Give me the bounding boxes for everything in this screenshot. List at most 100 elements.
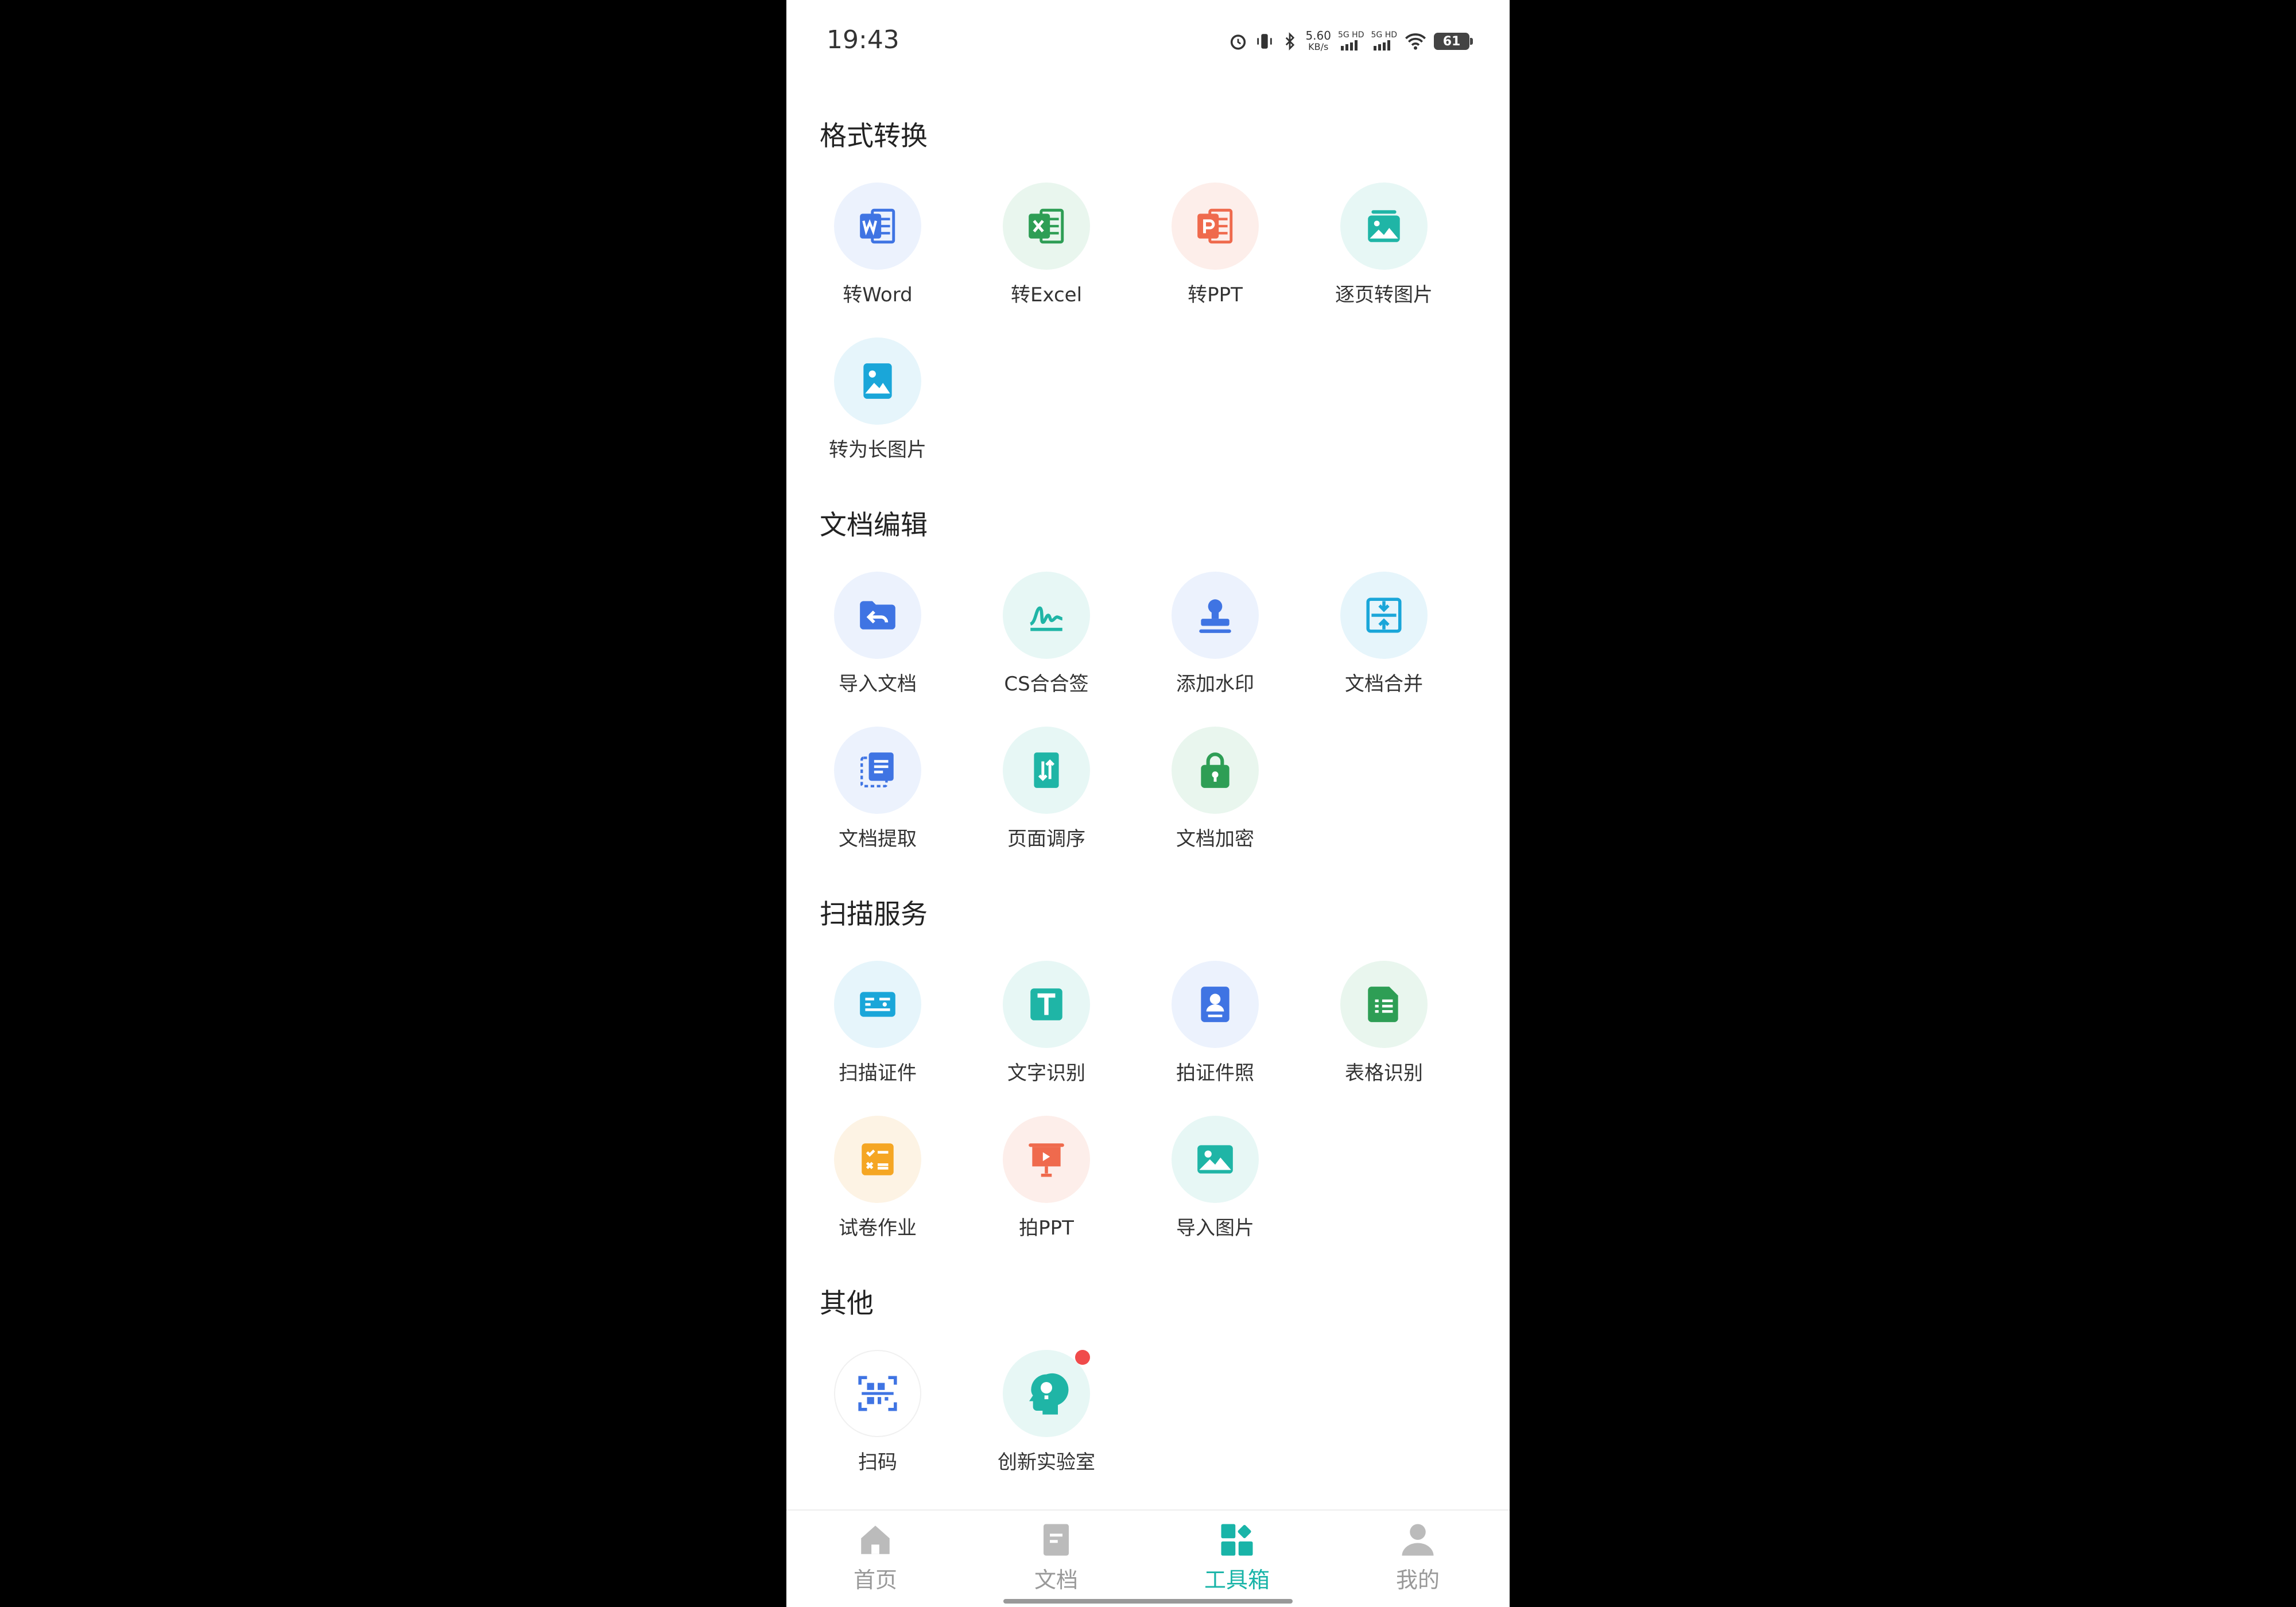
tool-id-photo[interactable]: 拍证件照 [1131,961,1300,1085]
tool-icon-bg [834,572,921,659]
tool-to-excel[interactable]: 转Excel [962,183,1131,307]
tool-label: 试卷作业 [839,1217,917,1240]
ppt-icon [1197,208,1233,244]
tool-document-encrypt[interactable]: 文档加密 [1131,727,1300,851]
tool-label: 文档提取 [839,828,917,851]
nav-item-documents[interactable]: 文档 [984,1521,1128,1594]
nav-label: 首页 [853,1567,897,1593]
tool-text-recognition[interactable]: 文字识别 [962,961,1131,1085]
section-title-document-edit: 文档编辑 [820,510,928,541]
nav-item-home[interactable]: 首页 [804,1521,947,1594]
nav-item-toolbox[interactable]: 工具箱 [1165,1521,1309,1594]
profile-icon [1402,1524,1434,1556]
tool-icon-bg [1003,572,1090,659]
table-recognition-icon [1368,987,1398,1022]
nav-label: 文档 [1034,1567,1078,1593]
tool-icon-bg [834,337,921,425]
stamp-icon [1199,599,1231,633]
tool-label: 文档加密 [1176,828,1254,851]
home-icon [861,1526,890,1554]
nav-item-profile[interactable]: 我的 [1346,1521,1490,1594]
nav-label: 我的 [1395,1567,1440,1593]
notification-badge [1075,1350,1090,1365]
toolbox-icon [1221,1524,1253,1556]
tool-icon-bg [1003,1350,1090,1437]
tool-shoot-ppt[interactable]: 拍PPT [962,1116,1131,1240]
sim2-signal: 5G HD [1371,31,1397,52]
tool-icon-bg [1172,183,1259,270]
home-indicator[interactable] [1003,1599,1293,1604]
tool-label: CS合合签 [1004,673,1089,696]
excel-icon [1029,208,1064,244]
qr-scan-icon [858,1376,897,1411]
tool-import-image[interactable]: 导入图片 [1131,1116,1300,1240]
tool-icon-bg [1340,183,1428,270]
import-folder-icon [860,601,895,630]
merge-icon [1366,597,1402,633]
signal-icon [1340,40,1358,51]
sim1-signal: 5G HD [1338,31,1364,52]
extract-icon [860,752,894,787]
tool-document-extract[interactable]: 文档提取 [793,727,962,851]
tool-label: 导入图片 [1176,1217,1254,1240]
tool-label: 转PPT [1188,284,1243,306]
id-card-icon [860,992,895,1017]
tool-label: 拍证件照 [1176,1062,1254,1085]
status-icons: 5.60 KB/s 5G HD 5G HD 61 [1228,29,1473,53]
tool-scan-id[interactable]: 扫描证件 [793,961,962,1085]
tool-icon-bg [834,183,921,270]
tool-import-document[interactable]: 导入文档 [793,572,962,696]
tool-label: 转Word [843,284,913,306]
tool-add-watermark[interactable]: 添加水印 [1131,572,1300,696]
bluetooth-icon [1286,32,1295,51]
page-image-icon [1368,210,1400,242]
reorder-icon [1034,752,1059,788]
signal-icon [1374,40,1391,51]
tool-icon-bg [1003,1116,1090,1203]
tool-qr-scan[interactable]: 扫码 [793,1350,962,1474]
tool-label: 扫描证件 [839,1062,917,1085]
tool-label: 创新实验室 [998,1451,1095,1474]
tool-label: 页面调序 [1007,828,1085,851]
alarm-icon [1231,34,1246,50]
vibrate-icon [1257,34,1273,49]
tool-document-merge[interactable]: 文档合并 [1300,572,1468,696]
tool-icon-bg [834,1350,921,1437]
word-icon [860,208,895,244]
network-speed: 5.60 KB/s [1305,29,1331,52]
tool-page-reorder[interactable]: 页面调序 [962,727,1131,851]
status-bar: 19:43 5.60 KB/s 5G HD 5G HD 61 [786,0,1510,86]
tool-to-word[interactable]: 转Word [793,183,962,307]
tool-icon-bg [1003,183,1090,270]
tool-icon-bg [834,961,921,1048]
tool-page-to-image[interactable]: 逐页转图片 [1300,183,1468,307]
nav-label: 工具箱 [1204,1567,1270,1593]
phone-screen: 19:43 5.60 KB/s 5G HD 5G HD 61 格式转换 转Word… [786,0,1510,1607]
tool-icon-bg [1003,727,1090,814]
tool-icon-bg [834,1116,921,1203]
tool-icon-bg [1172,727,1259,814]
tool-table-recognition[interactable]: 表格识别 [1300,961,1468,1085]
wifi-icon [1405,33,1426,50]
tool-icon-bg [1340,961,1428,1048]
signature-icon [1029,606,1063,631]
tool-label: 转为长图片 [829,438,926,461]
tool-label: 扫码 [858,1451,897,1474]
tool-label: 文档合并 [1345,673,1423,696]
tool-label: 添加水印 [1176,673,1254,696]
import-image-icon [1197,1145,1233,1174]
lab-icon [1029,1373,1069,1415]
tool-to-long-image[interactable]: 转为长图片 [793,337,962,462]
tool-innovation-lab[interactable]: 创新实验室 [962,1350,1131,1474]
tool-cs-sign[interactable]: CS合合签 [962,572,1131,696]
tool-label: 导入文档 [839,673,917,696]
tool-to-ppt[interactable]: 转PPT [1131,183,1300,307]
tool-icon-bg [1172,1116,1259,1203]
section-title-other: 其他 [820,1288,874,1319]
bottom-nav: 首页 文档 工具箱 我的 [786,1509,1510,1607]
tool-exam-homework[interactable]: 试卷作业 [793,1116,962,1240]
tool-icon-bg [834,727,921,814]
tool-label: 转Excel [1010,284,1083,306]
tool-icon-bg [1172,572,1259,659]
tool-icon-bg [1340,572,1428,659]
